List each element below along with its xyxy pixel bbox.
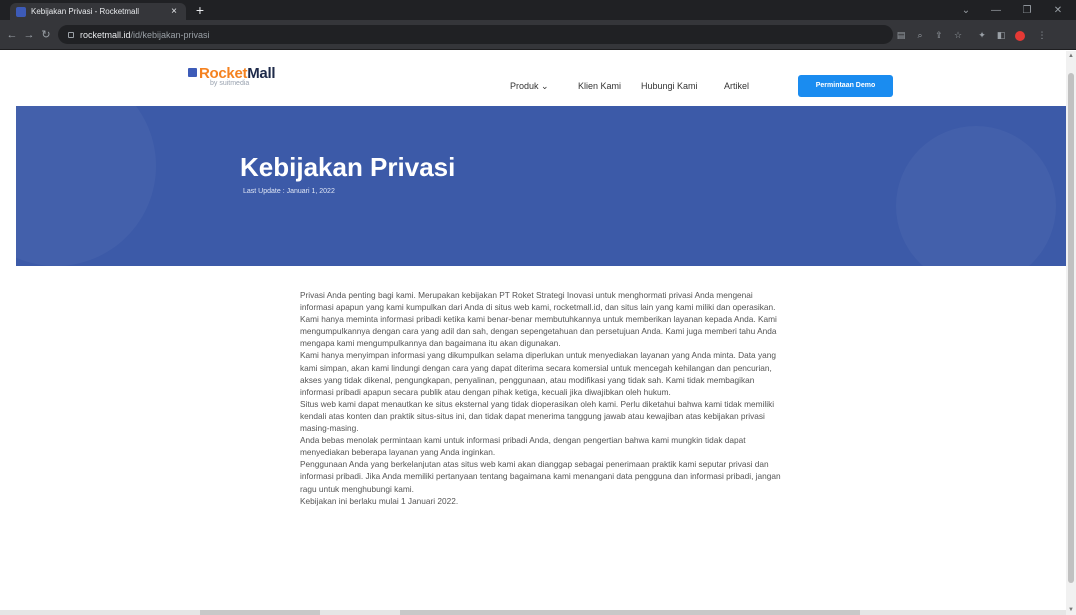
url-path: /id/kebijakan-privasi [130, 29, 210, 40]
last-update-text: Last Update : Januari 1, 2022 [243, 188, 335, 195]
zoom-icon[interactable]: ⌕ [914, 29, 926, 41]
site-header: RocketMall by suitmedia Produk ⌄ Klien K… [0, 51, 1066, 106]
policy-paragraph: Kebijakan ini berlaku mulai 1 Januari 20… [300, 495, 459, 506]
nav-klien-kami[interactable]: Klien Kami [578, 81, 621, 91]
nav-produk[interactable]: Produk ⌄ [510, 81, 549, 92]
address-bar[interactable]: rocketmall.id /id/kebijakan-privasi [58, 25, 893, 44]
policy-paragraph: Anda bebas menolak permintaan kami untuk… [300, 435, 746, 458]
browser-toolbar: ← → ↻ rocketmall.id /id/kebijakan-privas… [0, 20, 1076, 50]
new-tab-button[interactable]: + [192, 3, 208, 17]
scroll-up-icon[interactable]: ▲ [1066, 51, 1076, 61]
page-viewport: RocketMall by suitmedia Produk ⌄ Klien K… [0, 51, 1066, 615]
vertical-scrollbar[interactable]: ▲ ▼ [1066, 51, 1076, 615]
scroll-thumb[interactable] [1068, 73, 1074, 583]
reload-icon[interactable]: ↻ [39, 28, 53, 42]
maximize-icon[interactable]: ❐ [1012, 0, 1042, 20]
policy-paragraph: Situs web kami dapat menautkan ke situs … [300, 398, 775, 434]
nav-artikel[interactable]: Artikel [724, 81, 749, 91]
lock-icon [68, 31, 74, 38]
forward-icon[interactable]: → [22, 28, 36, 42]
close-tab-icon[interactable]: × [168, 6, 180, 17]
hero-banner: Kebijakan Privasi Last Update : Januari … [16, 106, 1066, 266]
hero-decoration [896, 126, 1056, 266]
page-title: Kebijakan Privasi [240, 152, 456, 182]
hero-decoration [16, 106, 156, 266]
policy-paragraph: Kami hanya meminta informasi pribadi ket… [300, 314, 777, 349]
side-panel-icon[interactable]: ◧ [995, 29, 1007, 41]
share-icon[interactable]: ⇪ [933, 29, 945, 41]
policy-paragraph: Kami hanya menyimpan informasi yang diku… [300, 350, 776, 397]
privacy-policy-content: Privasi Anda penting bagi kami. Merupaka… [300, 289, 785, 507]
translate-icon[interactable]: ▤ [895, 29, 907, 41]
profile-avatar-icon[interactable] [1014, 29, 1026, 41]
bookmark-star-icon[interactable]: ☆ [952, 29, 964, 41]
request-demo-button[interactable]: Permintaan Demo [798, 75, 893, 97]
tab-title: Kebijakan Privasi - Rocketmall [31, 7, 140, 16]
site-favicon-icon [16, 6, 26, 17]
logo-text-mall: Mall [247, 65, 276, 82]
site-logo[interactable]: RocketMall by suitmedia [188, 65, 276, 87]
chevron-down-icon[interactable]: ⌄ [951, 0, 981, 20]
browser-tab-bar: Kebijakan Privasi - Rocketmall × + ⌄ — ❐… [0, 0, 1076, 20]
close-window-icon[interactable]: ✕ [1043, 0, 1073, 20]
logo-mark-icon [188, 68, 197, 77]
scroll-down-icon[interactable]: ▼ [1066, 605, 1076, 615]
back-icon[interactable]: ← [5, 28, 19, 42]
menu-kebab-icon[interactable]: ⋮ [1036, 29, 1048, 41]
extensions-icon[interactable]: ✦ [976, 29, 988, 41]
browser-tab[interactable]: Kebijakan Privasi - Rocketmall × [10, 3, 186, 20]
policy-paragraph: Penggunaan Anda yang berkelanjutan atas … [300, 459, 781, 494]
horizontal-scroll-thumb[interactable] [400, 610, 860, 615]
policy-paragraph: Privasi Anda penting bagi kami. Merupaka… [300, 290, 776, 313]
nav-hubungi-kami[interactable]: Hubungi Kami [641, 81, 698, 91]
horizontal-scroll-thumb[interactable] [200, 610, 320, 615]
minimize-icon[interactable]: — [981, 0, 1011, 20]
url-host: rocketmall.id [80, 29, 131, 40]
